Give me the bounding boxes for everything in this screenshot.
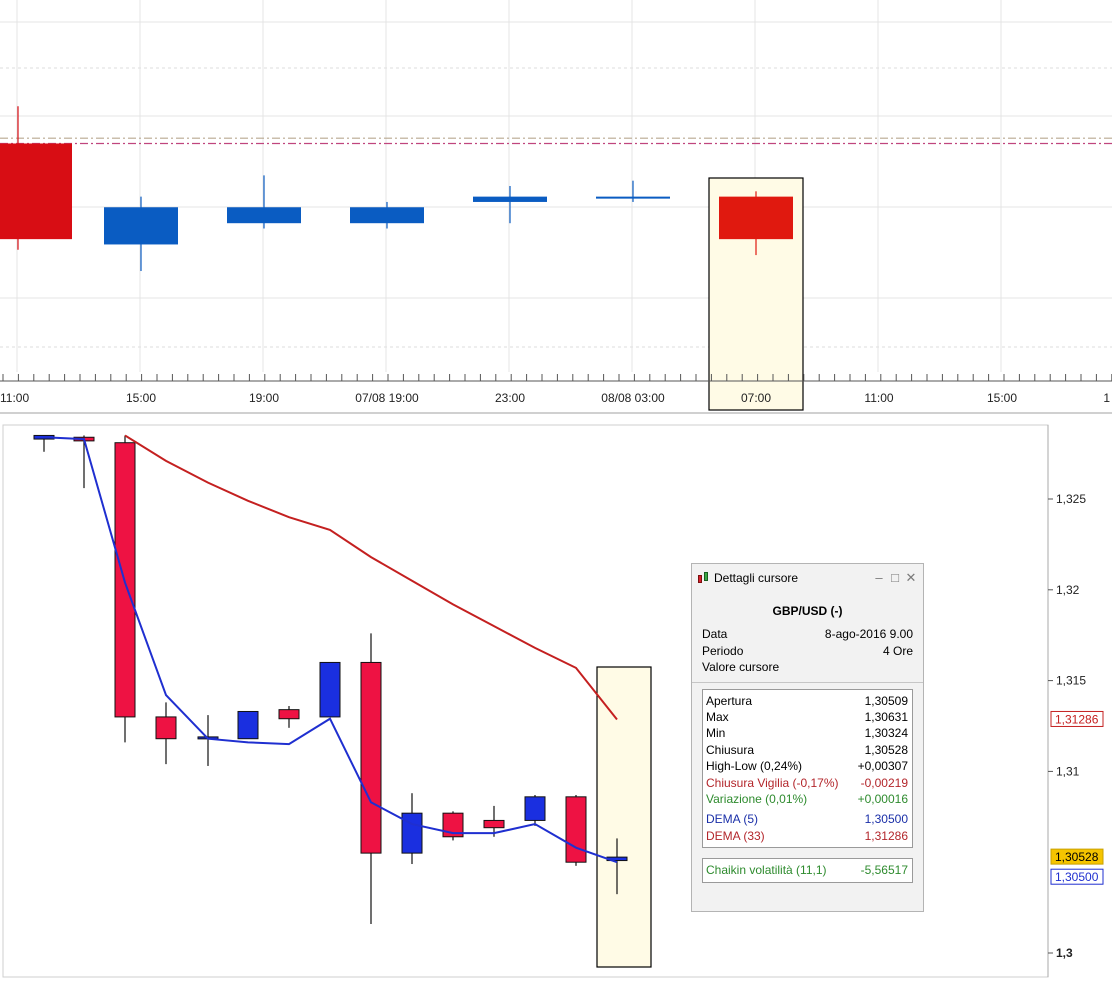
panel-header[interactable]: Dettagli cursore – □ ✕: [692, 564, 923, 592]
x-tick-label: 07:00: [741, 391, 771, 405]
price-label: 1,30528: [1050, 848, 1104, 865]
y-tick-label: 1,325: [1056, 492, 1086, 506]
cursor-highlight-box: [596, 666, 652, 968]
candle-body: [473, 196, 547, 202]
y-tick-label: 1,315: [1056, 674, 1086, 688]
price-label-text: 1,31286: [1055, 712, 1099, 726]
candle-body: [524, 796, 546, 821]
candle-body: [360, 661, 382, 854]
panel-title: Dettagli cursore: [714, 571, 799, 585]
lower-candlestick-chart[interactable]: 1,325 1,32 1,315 1,31 1,3 1,31286 1,30528 1,305…: [0, 415, 1112, 982]
candle-body: [155, 716, 177, 740]
x-tick-label: 1: [1103, 391, 1110, 405]
x-tick-label: 15:00: [126, 391, 156, 405]
indicator-row-dema5: DEMA (5) 1,30500: [706, 812, 908, 827]
value-row-prev-close: Chiusura Vigilia (-0,17%) -0,00219: [706, 775, 908, 790]
candlestick-icon: [696, 571, 710, 585]
candle-body: [565, 796, 587, 863]
candle-body: [719, 196, 793, 240]
value-row-high-low: High-Low (0,24%) +0,00307: [706, 759, 908, 774]
cursor-details-panel[interactable]: Dettagli cursore – □ ✕ GBP/USD (-) Data 8…: [691, 563, 924, 912]
values-box: Apertura 1,30509 Max 1,30631 Min 1,30324 Ch…: [702, 688, 913, 849]
maximize-icon[interactable]: □: [889, 570, 901, 586]
y-tick-label: 1,32: [1056, 583, 1080, 597]
y-tick-label: 1,31: [1056, 764, 1080, 778]
value-row-max: Max 1,30631: [706, 709, 908, 724]
volatility-box: Chaikin volatilità (11,1) -5,56517: [702, 858, 913, 883]
candle-body: [319, 661, 341, 718]
candle-body: [104, 207, 178, 245]
x-tick-label: 07/08 19:00: [355, 391, 419, 405]
candle-body: [0, 143, 72, 240]
close-icon[interactable]: ✕: [905, 570, 917, 586]
minimize-icon[interactable]: –: [873, 570, 885, 586]
value-row-change: Variazione (0,01%) +0,00016: [706, 791, 908, 806]
volatility-row: Chaikin volatilità (11,1) -5,56517: [706, 863, 908, 878]
info-row-date: Data 8-ago-2016 9.00: [702, 627, 913, 641]
x-tick-label: 23:00: [495, 391, 525, 405]
value-row-min: Min 1,30324: [706, 726, 908, 741]
x-tick-label: 19:00: [249, 391, 279, 405]
price-label: 1,31286: [1050, 710, 1104, 727]
candle-body: [350, 207, 424, 224]
value-row-close: Chiusura 1,30528: [706, 742, 908, 757]
info-row-cursor-value: Valore cursore: [702, 660, 780, 674]
candle-body: [596, 196, 670, 199]
y-tick-label: 1,3: [1056, 946, 1073, 960]
candle-body: [401, 812, 423, 854]
price-label-text: 1,30528: [1055, 850, 1099, 864]
x-tick-label: 15:00: [987, 391, 1017, 405]
price-label-text: 1,30500: [1055, 870, 1099, 884]
price-label: 1,30500: [1050, 868, 1104, 885]
x-tick-label: 08/08 03:00: [601, 391, 665, 405]
indicator-row-dema33: DEMA (33) 1,31286: [706, 828, 908, 843]
instrument-name: GBP/USD (-): [772, 604, 843, 618]
info-row-period: Periodo 4 Ore: [702, 643, 913, 658]
x-tick-label: 11:00: [864, 391, 893, 405]
candle-body: [483, 819, 505, 829]
x-tick-label: 11:00: [0, 391, 29, 405]
upper-candlestick-chart[interactable]: 11:00 15:00 19:00 07/08 19:00 23:00 08/08 03:…: [0, 0, 1112, 415]
value-row-open: Apertura 1,30509: [706, 693, 908, 708]
candle-body: [237, 710, 259, 740]
candle-body: [227, 207, 301, 224]
candle-body: [278, 709, 300, 720]
